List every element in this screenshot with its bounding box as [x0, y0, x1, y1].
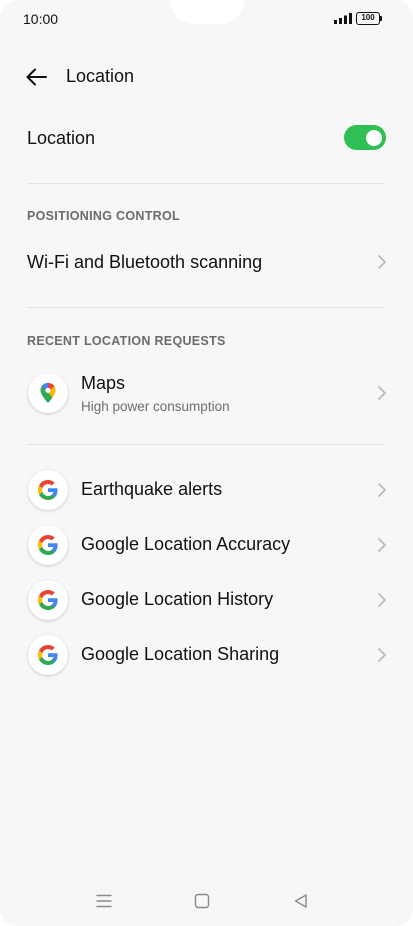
status-time: 10:00 [23, 11, 59, 27]
google-app-icon [28, 580, 68, 620]
section-header-recent: RECENT LOCATION REQUESTS [27, 334, 226, 348]
location-label: Location [27, 128, 96, 148]
home-icon[interactable] [193, 892, 211, 910]
battery-level: 100 [356, 12, 380, 25]
menu-icon[interactable] [95, 892, 113, 910]
wifi-bluetooth-scanning-label: Wi-Fi and Bluetooth scanning [27, 252, 263, 272]
status-bar: 10:00 100 [0, 0, 413, 38]
service-name: Google Location Sharing [81, 644, 280, 664]
service-item-google-location-sharing[interactable]: Google Location Sharing [0, 631, 413, 679]
google-app-icon [28, 470, 68, 510]
arrow-left-icon [26, 68, 47, 86]
section-header-positioning: POSITIONING CONTROL [27, 209, 180, 223]
service-item-google-location-history[interactable]: Google Location History [0, 576, 413, 624]
toggle-knob [366, 129, 382, 146]
signal-icon [334, 13, 352, 24]
google-app-icon [28, 635, 68, 675]
battery-icon: 100 [356, 12, 383, 25]
camera-notch [170, 0, 244, 24]
service-name: Google Location History [81, 589, 274, 609]
back-button[interactable] [22, 62, 52, 92]
google-icon [38, 535, 58, 555]
recent-request-maps[interactable]: Maps High power consumption [0, 364, 413, 424]
page-title: Location [66, 66, 135, 86]
maps-app-icon [28, 373, 68, 413]
divider [27, 307, 385, 308]
navigation-bar [0, 880, 413, 920]
location-settings-screen: 10:00 100 Location Location POSITIONING … [0, 0, 413, 926]
service-item-google-location-accuracy[interactable]: Google Location Accuracy [0, 521, 413, 569]
service-name: Earthquake alerts [81, 479, 223, 499]
service-name: Google Location Accuracy [81, 534, 291, 554]
chevron-right-icon [378, 648, 386, 662]
back-triangle-icon[interactable] [292, 892, 310, 910]
google-icon [38, 590, 58, 610]
chevron-right-icon [378, 255, 386, 269]
chevron-right-icon [378, 483, 386, 497]
maps-name: Maps [81, 373, 126, 393]
divider [27, 183, 385, 184]
location-toggle[interactable] [344, 125, 386, 150]
maps-icon [40, 383, 56, 403]
service-item-earthquake-alerts[interactable]: Earthquake alerts [0, 466, 413, 514]
battery-tip [380, 16, 382, 21]
google-app-icon [28, 525, 68, 565]
divider [27, 444, 385, 445]
google-icon [38, 645, 58, 665]
wifi-bluetooth-scanning-item[interactable]: Wi-Fi and Bluetooth scanning [0, 240, 413, 286]
chevron-right-icon [378, 593, 386, 607]
maps-detail: High power consumption [81, 399, 230, 414]
chevron-right-icon [378, 386, 386, 400]
google-icon [38, 480, 58, 500]
chevron-right-icon [378, 538, 386, 552]
